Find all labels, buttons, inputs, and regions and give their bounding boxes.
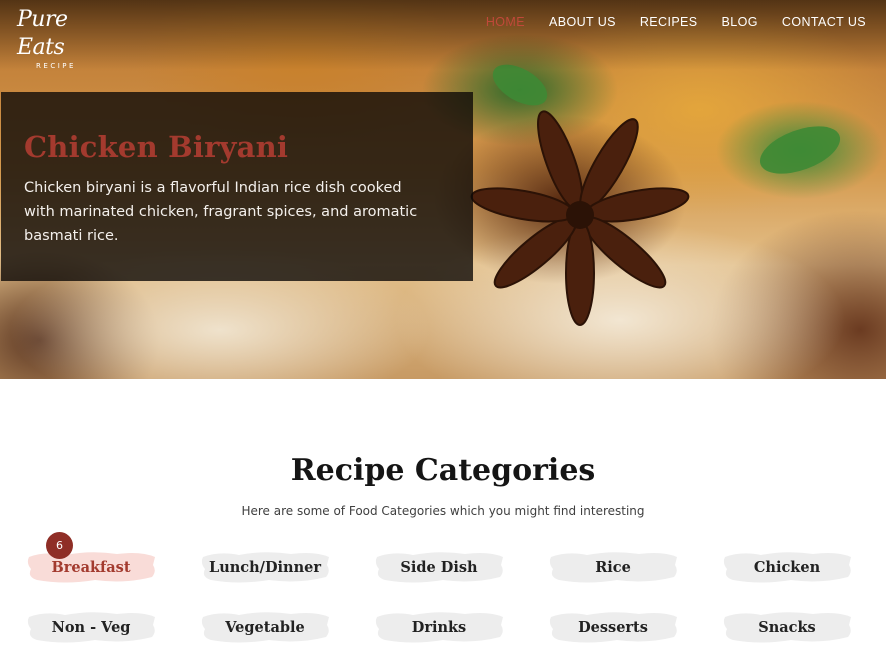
category-grid: Breakfast Lunch/Dinner Side Dish Rice Ch… [0, 549, 886, 649]
hero-top-shade [0, 0, 886, 70]
category-label: Drinks [411, 618, 467, 636]
nav-blog[interactable]: BLOG [710, 15, 770, 29]
category-label: Desserts [578, 618, 648, 636]
category-label: Breakfast [51, 558, 131, 576]
hero-card: Chicken Biryani Chicken biryani is a fla… [1, 92, 473, 281]
category-label: Side Dish [400, 558, 478, 576]
logo-tagline: RECIPE [36, 62, 76, 70]
category-label: Snacks [758, 618, 816, 636]
category-non-veg[interactable]: Non - Veg [25, 609, 157, 645]
category-label: Chicken [753, 558, 821, 576]
logo-wordmark: Pure Eats [17, 7, 68, 60]
recipe-count-badge: 6 [46, 532, 73, 559]
category-drinks[interactable]: Drinks [373, 609, 505, 645]
hero-title: Chicken Biryani [24, 130, 289, 164]
category-snacks[interactable]: Snacks [721, 609, 853, 645]
section-title: Recipe Categories [290, 453, 596, 488]
category-label: Lunch/Dinner [209, 558, 321, 576]
nav-home[interactable]: HOME [474, 15, 537, 29]
nav-about-us[interactable]: ABOUT US [537, 15, 628, 29]
category-breakfast[interactable]: Breakfast [25, 549, 157, 585]
nav-recipes[interactable]: RECIPES [628, 15, 710, 29]
category-side-dish[interactable]: Side Dish [373, 549, 505, 585]
category-chicken[interactable]: Chicken [721, 549, 853, 585]
site-logo[interactable]: Pure Eats RECIPE [17, 6, 99, 70]
category-rice[interactable]: Rice [547, 549, 679, 585]
category-label: Vegetable [225, 618, 305, 636]
category-label: Non - Veg [51, 618, 131, 636]
category-lunch-dinner[interactable]: Lunch/Dinner [199, 549, 331, 585]
nav-contact-us[interactable]: CONTACT US [770, 15, 878, 29]
recipe-categories-section: Recipe Categories Here are some of Food … [0, 379, 886, 651]
section-subtitle: Here are some of Food Categories which y… [241, 504, 645, 518]
hero-banner: Pure Eats RECIPE HOME ABOUT US RECIPES B… [0, 0, 886, 379]
hero-description: Chicken biryani is a flavorful Indian ri… [24, 180, 418, 244]
category-desserts[interactable]: Desserts [547, 609, 679, 645]
category-vegetable[interactable]: Vegetable [199, 609, 331, 645]
category-label: Rice [595, 558, 631, 576]
main-nav: HOME ABOUT US RECIPES BLOG CONTACT US [474, 15, 878, 29]
